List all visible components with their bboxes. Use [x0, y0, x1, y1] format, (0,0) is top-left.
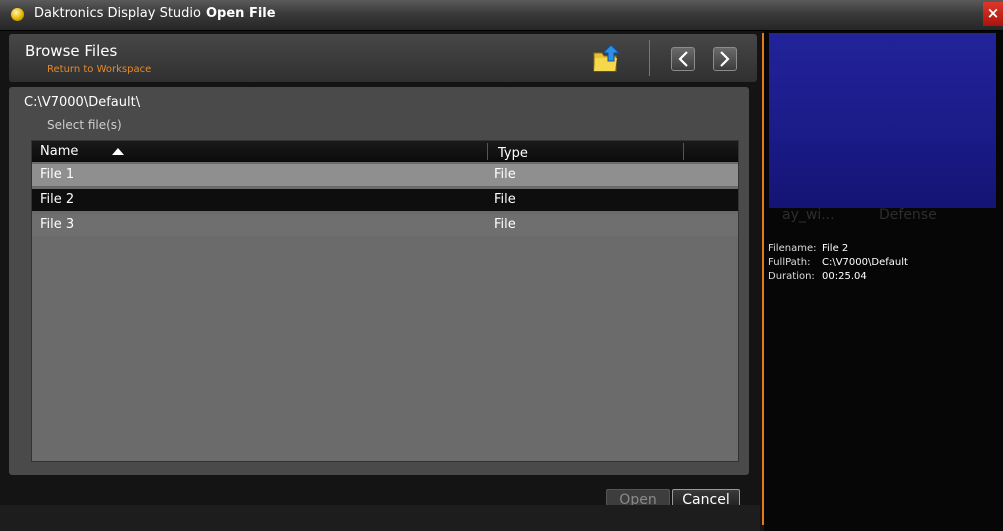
- background-label: ay_wi...: [782, 207, 835, 223]
- file-info: Filename: File 2 FullPath: C:\V7000\Defaul…: [768, 242, 908, 284]
- info-label: Duration:: [768, 271, 815, 282]
- back-button[interactable]: [671, 47, 695, 71]
- header-divider: [649, 40, 650, 76]
- browse-panel: Browse Files Return to Workspace C:\V700…: [9, 34, 757, 522]
- column-type-header[interactable]: Type: [498, 146, 528, 161]
- file-name-cell: File 2: [40, 192, 75, 207]
- forward-button[interactable]: [713, 47, 737, 71]
- folder-up-icon[interactable]: [592, 44, 622, 74]
- browse-header: Browse Files Return to Workspace: [9, 34, 757, 82]
- background-label: Defense: [879, 207, 937, 223]
- table-row[interactable]: File 2 File: [32, 189, 738, 211]
- table-header: Name Type: [32, 141, 738, 162]
- sort-ascending-icon: [112, 148, 124, 155]
- info-row-fullpath: FullPath: C:\V7000\Default: [768, 256, 908, 270]
- file-name-cell: File 1: [40, 167, 75, 182]
- preview-panel: ay_wi... Defense Filename: File 2 FullPat…: [764, 31, 1003, 531]
- info-value: File 2: [822, 243, 849, 254]
- column-name-header[interactable]: Name: [40, 144, 78, 159]
- info-label: FullPath:: [768, 257, 811, 268]
- app-logo-icon: [11, 8, 24, 21]
- column-separator: [683, 143, 684, 160]
- column-separator: [487, 143, 488, 160]
- info-row-duration: Duration: 00:25.04: [768, 270, 908, 284]
- file-name-cell: File 3: [40, 217, 75, 232]
- preview-image: [769, 33, 996, 208]
- window-title: Daktronics Display Studio Open File: [34, 6, 276, 21]
- table-row[interactable]: File 1 File: [32, 164, 738, 186]
- info-row-filename: Filename: File 2: [768, 242, 908, 256]
- app-name: Daktronics Display Studio: [34, 6, 201, 21]
- select-hint: Select file(s): [47, 118, 122, 132]
- file-type-cell: File: [494, 217, 516, 232]
- chevron-right-icon: [720, 51, 730, 67]
- footer-strip: [0, 505, 760, 531]
- title-bar: Daktronics Display Studio Open File ×: [0, 0, 1003, 31]
- info-value: C:\V7000\Default: [822, 257, 908, 268]
- info-label: Filename:: [768, 243, 817, 254]
- current-path: C:\V7000\Default\: [24, 95, 141, 110]
- table-row[interactable]: File 3 File: [32, 214, 738, 236]
- close-button[interactable]: ×: [983, 2, 1003, 26]
- return-to-workspace-link[interactable]: Return to Workspace: [47, 64, 151, 75]
- file-table: Name Type File 1 File File 2 File File 3…: [31, 140, 739, 462]
- dialog-name: Open File: [205, 6, 276, 21]
- file-type-cell: File: [494, 192, 516, 207]
- page-title: Browse Files: [25, 42, 118, 60]
- open-file-dialog: Daktronics Display Studio Open File × Bro…: [0, 0, 1003, 531]
- info-value: 00:25.04: [822, 271, 867, 282]
- browser-content: C:\V7000\Default\ Select file(s) Name Ty…: [9, 87, 749, 475]
- file-type-cell: File: [494, 167, 516, 182]
- chevron-left-icon: [678, 51, 688, 67]
